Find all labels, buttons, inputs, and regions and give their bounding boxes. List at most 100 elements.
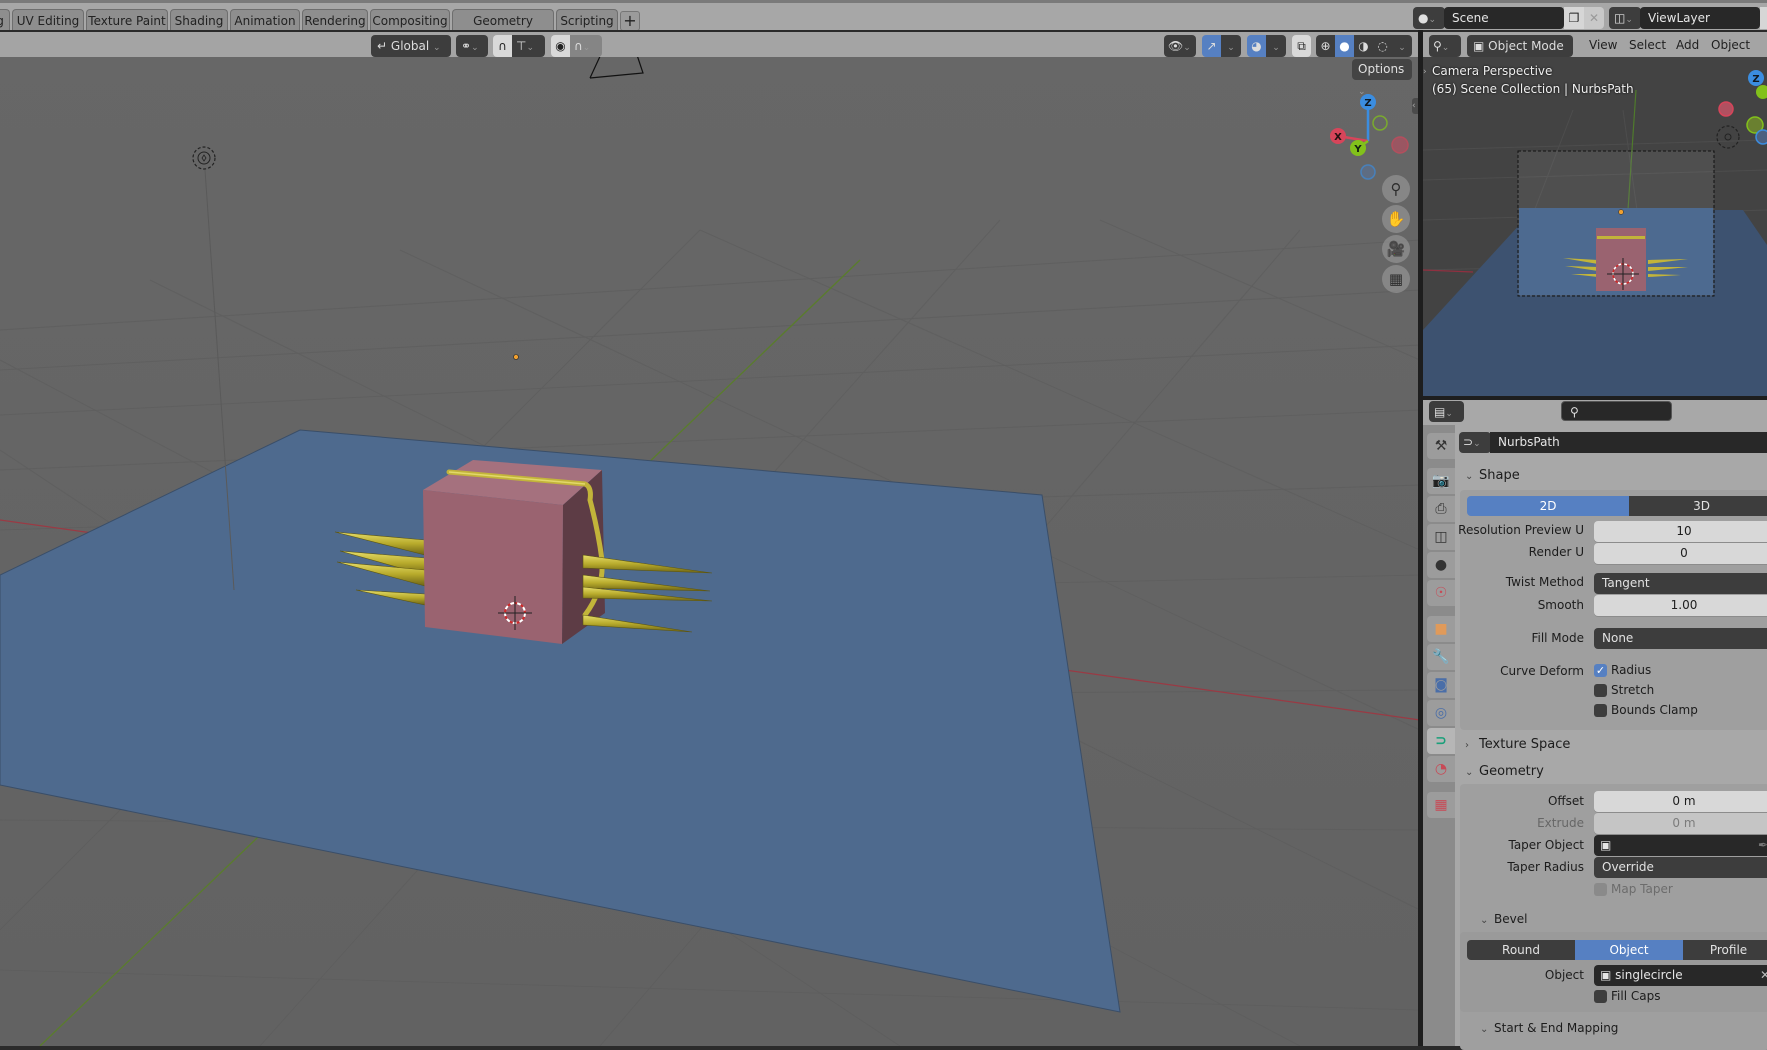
twist-method-dropdown[interactable]: Tangent <box>1594 573 1767 594</box>
eye-icon: 👁 <box>1168 39 1184 53</box>
bevel-object-field[interactable]: ▣ singlecircle ✕ <box>1594 965 1767 986</box>
gizmo-toggle[interactable]: ↗ <box>1202 35 1221 57</box>
workspace-tab-partial[interactable]: g <box>0 9 10 32</box>
shading-material-button[interactable]: ◑ <box>1354 35 1373 57</box>
curve-datablock-browse[interactable]: ⊃⌄ <box>1459 432 1491 453</box>
map-taper-checkbox[interactable] <box>1594 883 1607 896</box>
menu-add[interactable]: Add <box>1676 38 1699 52</box>
panel-header-bevel[interactable]: ⌄ Bevel <box>1480 912 1527 926</box>
delete-scene-button[interactable]: ✕ <box>1584 7 1604 29</box>
properties-editor-type-dropdown[interactable]: ▤⌄ <box>1429 401 1464 422</box>
curve-datablock-name[interactable]: NurbsPath <box>1490 432 1767 453</box>
gizmo-dropdown[interactable]: ⌄ <box>1221 35 1241 57</box>
tab-output[interactable]: ⎙ <box>1427 496 1455 522</box>
workspace-tab-geometry-nodes[interactable]: Geometry Nodes <box>452 9 554 50</box>
extrude-label: Extrude <box>1537 816 1584 830</box>
overlays-dropdown[interactable]: ⌄ <box>1266 35 1286 57</box>
offset-field[interactable]: 0 m <box>1594 791 1767 812</box>
toolbar-toggle[interactable]: › <box>1423 67 1429 81</box>
xray-toggle[interactable]: ⧉ <box>1292 35 1311 57</box>
editor-type-dropdown[interactable]: ⚲⌄ <box>1429 35 1461 57</box>
new-view-layer-button[interactable] <box>1760 7 1767 29</box>
curve-dimensions-3d-button[interactable]: 3D <box>1629 496 1767 516</box>
object-mode-dropdown[interactable]: ▣ Object Mode ⌄ <box>1467 35 1573 75</box>
camera-3d-viewport[interactable]: Z Camera Perspective (65) Scene Collecti… <box>1423 30 1767 396</box>
shading-options-dropdown[interactable]: ⌄ <box>1392 35 1412 57</box>
workspace-tab-rendering[interactable]: Rendering <box>302 9 368 32</box>
shading-wireframe-button[interactable]: ⊕ <box>1316 35 1335 57</box>
workspace-tab-shading[interactable]: Shading <box>170 9 228 32</box>
tab-tool[interactable]: ⚒ <box>1427 433 1455 459</box>
search-icon: ⚲ <box>1570 405 1579 419</box>
bevel-mode-round-button[interactable]: Round <box>1467 940 1575 960</box>
menu-select[interactable]: Select <box>1629 38 1666 52</box>
render-u-field[interactable]: 0 <box>1594 543 1767 564</box>
workspace-tab-animation[interactable]: Animation <box>230 9 300 32</box>
zoom-view-button[interactable]: ⚲ <box>1382 175 1410 203</box>
view-layer-browse-button[interactable]: ◫⌄ <box>1609 7 1641 29</box>
tab-render[interactable]: 📷 <box>1427 468 1455 494</box>
fill-mode-dropdown[interactable]: None <box>1594 628 1767 649</box>
visibility-dropdown[interactable]: 👁⌄ <box>1164 35 1196 57</box>
options-button[interactable]: Options ⌄ <box>1352 59 1412 97</box>
svg-text:Z: Z <box>1752 74 1759 85</box>
properties-search-input[interactable]: ⚲ <box>1561 401 1672 421</box>
view-layer-name-field[interactable]: ViewLayer <box>1640 7 1760 29</box>
workspace-tab-scripting[interactable]: Scripting <box>556 9 618 32</box>
viewport-scene[interactable] <box>0 30 1420 1046</box>
camera-view-header: ⚲⌄ ▣ Object Mode ⌄ View Select Add Objec… <box>1423 30 1767 75</box>
workspace-tab-compositing[interactable]: Compositing <box>370 9 450 32</box>
menu-view[interactable]: View <box>1589 38 1617 52</box>
ortho-toggle-button[interactable]: ▦ <box>1382 265 1410 293</box>
cube-object[interactable] <box>423 460 605 644</box>
overlays-toggle[interactable]: ◕ <box>1247 35 1266 57</box>
stretch-checkbox[interactable] <box>1594 684 1607 697</box>
snap-toggle[interactable]: ∩ <box>493 35 512 57</box>
workspace-tab-uv-editing[interactable]: UV Editing <box>12 9 84 32</box>
panel-header-start-end-mapping[interactable]: ⌄ Start & End Mapping <box>1480 1021 1618 1035</box>
bevel-mode-object-button[interactable]: Object <box>1575 940 1683 960</box>
scene-browse-button[interactable]: ●⌄ <box>1413 7 1445 29</box>
main-3d-viewport[interactable]: Options ⌄ ‹ Z X Y ⚲ ✋ 🎥 ▦ <box>0 30 1420 1046</box>
menu-object[interactable]: Object <box>1711 38 1750 52</box>
resolution-preview-u-field[interactable]: 10 <box>1594 521 1767 542</box>
snap-target-dropdown[interactable]: ⊤⌄ <box>512 35 545 57</box>
tab-material[interactable]: ◔ <box>1427 756 1455 782</box>
proportional-edit-toggle[interactable]: ◉ <box>551 35 570 57</box>
clear-icon[interactable]: ✕ <box>1760 965 1767 986</box>
scene-name-field[interactable]: Scene <box>1444 7 1564 29</box>
extrude-field[interactable]: 0 m <box>1594 813 1767 834</box>
particles-icon: ◙ <box>1434 677 1448 693</box>
bevel-mode-profile-button[interactable]: Profile <box>1683 940 1767 960</box>
panel-header-geometry[interactable]: ⌄ Geometry <box>1465 764 1544 779</box>
pivot-point-icon: ⚭ <box>461 39 472 53</box>
axis-gizmo[interactable]: Z X Y <box>1325 92 1420 192</box>
taper-radius-dropdown[interactable]: Override <box>1594 857 1767 878</box>
taper-object-field[interactable]: ▣ ✒ <box>1594 835 1767 856</box>
shading-rendered-button[interactable]: ◌ <box>1373 35 1392 57</box>
panel-header-shape[interactable]: ⌄ Shape <box>1465 468 1520 483</box>
tab-curve-data[interactable]: ⊃ <box>1427 728 1455 754</box>
radius-checkbox[interactable]: ✓ <box>1594 664 1607 677</box>
camera-view-button[interactable]: 🎥 <box>1382 235 1410 263</box>
world-icon: ☉ <box>1434 585 1448 601</box>
fill-caps-checkbox[interactable] <box>1594 990 1607 1003</box>
transform-orientation-dropdown[interactable]: ↵ Global ⌄ <box>371 35 451 57</box>
tab-physics[interactable]: ◎ <box>1427 700 1455 726</box>
view-layer-icon: ◫ <box>1434 529 1448 545</box>
panel-header-texture-space[interactable]: › Texture Space <box>1465 737 1570 752</box>
add-workspace-button[interactable]: + <box>620 11 640 31</box>
bevel-object-label: Object <box>1544 968 1584 982</box>
falloff-dropdown[interactable]: ∩⌄ <box>570 35 602 57</box>
pan-view-button[interactable]: ✋ <box>1382 205 1410 233</box>
pivot-point-dropdown[interactable]: ⚭⌄ <box>456 35 488 57</box>
map-taper-label: Map Taper <box>1611 882 1673 896</box>
shading-solid-button[interactable]: ● <box>1335 35 1354 57</box>
curve-dimensions-2d-button[interactable]: 2D <box>1467 496 1629 516</box>
workspace-tab-texture-paint[interactable]: Texture Paint <box>86 9 168 32</box>
grid-ortho-icon: ▦ <box>1388 270 1404 288</box>
svg-text:Z: Z <box>1364 98 1371 109</box>
smooth-field[interactable]: 1.00 <box>1594 595 1767 616</box>
bounds-clamp-checkbox[interactable] <box>1594 704 1607 717</box>
new-scene-button[interactable]: ❐ <box>1564 7 1584 29</box>
